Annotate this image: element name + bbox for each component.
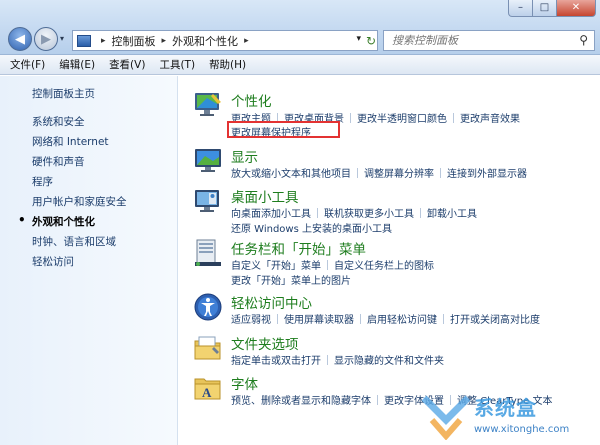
divider bbox=[327, 355, 328, 365]
personalization-icon[interactable] bbox=[193, 90, 223, 120]
divider bbox=[357, 168, 358, 178]
sidebar-home-link[interactable]: 控制面板主页 bbox=[32, 86, 95, 101]
menu-help[interactable]: 帮助(H) bbox=[209, 57, 246, 72]
highlight-box bbox=[227, 121, 340, 138]
sidebar-item-programs[interactable]: 程序 bbox=[32, 174, 127, 194]
sidebar-item-appearance[interactable]: 外观和个性化 bbox=[18, 213, 127, 234]
link-external-display[interactable]: 连接到外部显示器 bbox=[447, 169, 527, 180]
category-title-ease-of-access[interactable]: 轻松访问中心 bbox=[231, 292, 312, 312]
divider bbox=[317, 208, 318, 218]
sidebar-item-user-accounts[interactable]: 用户帐户和家庭安全 bbox=[32, 194, 127, 214]
divider bbox=[360, 314, 361, 324]
menu-file[interactable]: 文件(F) bbox=[10, 57, 45, 72]
recent-pages-dropdown-icon[interactable]: ▾ bbox=[60, 34, 64, 43]
sidebar-list: 系统和安全 网络和 Internet 硬件和声音 程序 用户帐户和家庭安全 外观… bbox=[18, 114, 127, 274]
link-easy-access-keys[interactable]: 启用轻松访问键 bbox=[367, 315, 437, 326]
link-restore-gadgets[interactable]: 还原 Windows 上安装的桌面小工具 bbox=[231, 224, 392, 235]
address-dropdown-icon[interactable]: ▾ bbox=[356, 34, 361, 44]
maximize-button[interactable]: □ bbox=[532, 0, 557, 17]
watermark-logo-icon bbox=[421, 395, 471, 440]
category-title-taskbar[interactable]: 任务栏和「开始」菜单 bbox=[231, 238, 366, 258]
category-title-folder-options[interactable]: 文件夹选项 bbox=[231, 333, 299, 353]
divider bbox=[453, 113, 454, 123]
ease-of-access-icon[interactable] bbox=[193, 292, 223, 322]
link-get-more-gadgets[interactable]: 联机获取更多小工具 bbox=[324, 209, 414, 220]
search-box[interactable]: ⚲ bbox=[383, 30, 595, 51]
menu-edit[interactable]: 编辑(E) bbox=[59, 57, 95, 72]
divider bbox=[277, 314, 278, 324]
breadcrumb-appearance[interactable]: 外观和个性化 bbox=[172, 33, 238, 49]
svg-text:A: A bbox=[202, 385, 212, 400]
link-start-picture[interactable]: 更改「开始」菜单上的图片 bbox=[231, 276, 351, 287]
watermark-url: www.xitonghe.com bbox=[474, 424, 570, 435]
link-single-double-click[interactable]: 指定单击或双击打开 bbox=[231, 356, 321, 367]
divider bbox=[377, 395, 378, 405]
window-controls: – □ ✕ bbox=[508, 0, 596, 17]
link-customize-start[interactable]: 自定义「开始」菜单 bbox=[231, 261, 321, 272]
link-text-size[interactable]: 放大或缩小文本和其他项目 bbox=[231, 169, 351, 180]
link-high-contrast[interactable]: 打开或关闭高对比度 bbox=[450, 315, 540, 326]
links-row: 向桌面添加小工具 联机获取更多小工具 卸载小工具 bbox=[231, 205, 600, 220]
link-uninstall-gadget[interactable]: 卸载小工具 bbox=[427, 209, 477, 220]
link-resolution[interactable]: 调整屏幕分辨率 bbox=[364, 169, 434, 180]
menu-view[interactable]: 查看(V) bbox=[109, 57, 145, 72]
sidebar-item-ease-of-access[interactable]: 轻松访问 bbox=[32, 254, 127, 274]
link-preview-fonts[interactable]: 预览、删除或者显示和隐藏字体 bbox=[231, 396, 371, 407]
control-panel-icon bbox=[77, 34, 91, 47]
link-add-gadget[interactable]: 向桌面添加小工具 bbox=[231, 209, 311, 220]
sidebar-item-network[interactable]: 网络和 Internet bbox=[32, 134, 127, 154]
watermark-text: 系统盒 bbox=[474, 396, 537, 420]
links-row: 自定义「开始」菜单 自定义任务栏上的图标 bbox=[231, 257, 600, 272]
chevron-right-icon[interactable]: ▸ bbox=[244, 36, 249, 46]
menu-bar: 文件(F) 编辑(E) 查看(V) 工具(T) 帮助(H) bbox=[0, 55, 600, 75]
menu-tools[interactable]: 工具(T) bbox=[159, 57, 195, 72]
links-row: 还原 Windows 上安装的桌面小工具 bbox=[231, 220, 600, 235]
back-arrow-icon[interactable]: ◀ bbox=[8, 27, 32, 51]
divider bbox=[327, 260, 328, 270]
taskbar-icon[interactable] bbox=[193, 238, 223, 268]
links-row: 放大或缩小文本和其他项目 调整屏幕分辨率 连接到外部显示器 bbox=[231, 165, 600, 180]
divider bbox=[350, 113, 351, 123]
chevron-right-icon[interactable]: ▸ bbox=[162, 36, 167, 46]
link-customize-taskbar-icons[interactable]: 自定义任务栏上的图标 bbox=[334, 261, 434, 272]
divider bbox=[420, 208, 421, 218]
link-show-hidden-files[interactable]: 显示隐藏的文件和文件夹 bbox=[334, 356, 444, 367]
divider bbox=[443, 314, 444, 324]
close-button[interactable]: ✕ bbox=[556, 0, 596, 17]
links-row: 适应弱视 使用屏幕读取器 启用轻松访问键 打开或关闭高对比度 bbox=[231, 311, 600, 326]
fonts-icon[interactable]: A bbox=[193, 373, 223, 403]
category-title-personalization[interactable]: 个性化 bbox=[231, 90, 272, 110]
category-title-fonts[interactable]: 字体 bbox=[231, 373, 258, 393]
link-low-vision[interactable]: 适应弱视 bbox=[231, 315, 271, 326]
sidebar-item-hardware-sound[interactable]: 硬件和声音 bbox=[32, 154, 127, 174]
watermark: 系统盒 www.xitonghe.com bbox=[412, 388, 598, 444]
search-icon[interactable]: ⚲ bbox=[579, 33, 588, 47]
sidebar: 控制面板主页 系统和安全 网络和 Internet 硬件和声音 程序 用户帐户和… bbox=[0, 76, 178, 445]
sidebar-item-clock-region[interactable]: 时钟、语言和区域 bbox=[32, 234, 127, 254]
refresh-icon[interactable]: ↻ bbox=[364, 30, 378, 51]
links-row: 指定单击或双击打开 显示隐藏的文件和文件夹 bbox=[231, 352, 600, 367]
breadcrumb-control-panel[interactable]: 控制面板 bbox=[112, 33, 156, 49]
divider bbox=[440, 168, 441, 178]
sidebar-item-system-security[interactable]: 系统和安全 bbox=[32, 114, 127, 134]
links-row: 更改「开始」菜单上的图片 bbox=[231, 272, 600, 287]
gadgets-icon[interactable] bbox=[193, 186, 223, 216]
category-title-gadgets[interactable]: 桌面小工具 bbox=[231, 186, 299, 206]
category-title-display[interactable]: 显示 bbox=[231, 146, 258, 166]
address-toolbar: – □ ✕ ◀ ▶ ▾ ▸ 控制面板 ▸ 外观和个性化 ▸ ▾ ↻ ⚲ bbox=[0, 0, 600, 55]
folder-options-icon[interactable] bbox=[193, 333, 223, 363]
link-screen-reader[interactable]: 使用屏幕读取器 bbox=[284, 315, 354, 326]
search-input[interactable] bbox=[392, 34, 562, 47]
address-bar[interactable]: ▸ 控制面板 ▸ 外观和个性化 ▸ ▾ bbox=[72, 30, 378, 51]
chevron-right-icon[interactable]: ▸ bbox=[101, 36, 106, 46]
forward-arrow-icon[interactable]: ▶ bbox=[34, 27, 58, 51]
minimize-button[interactable]: – bbox=[508, 0, 533, 17]
display-icon[interactable] bbox=[193, 146, 223, 176]
